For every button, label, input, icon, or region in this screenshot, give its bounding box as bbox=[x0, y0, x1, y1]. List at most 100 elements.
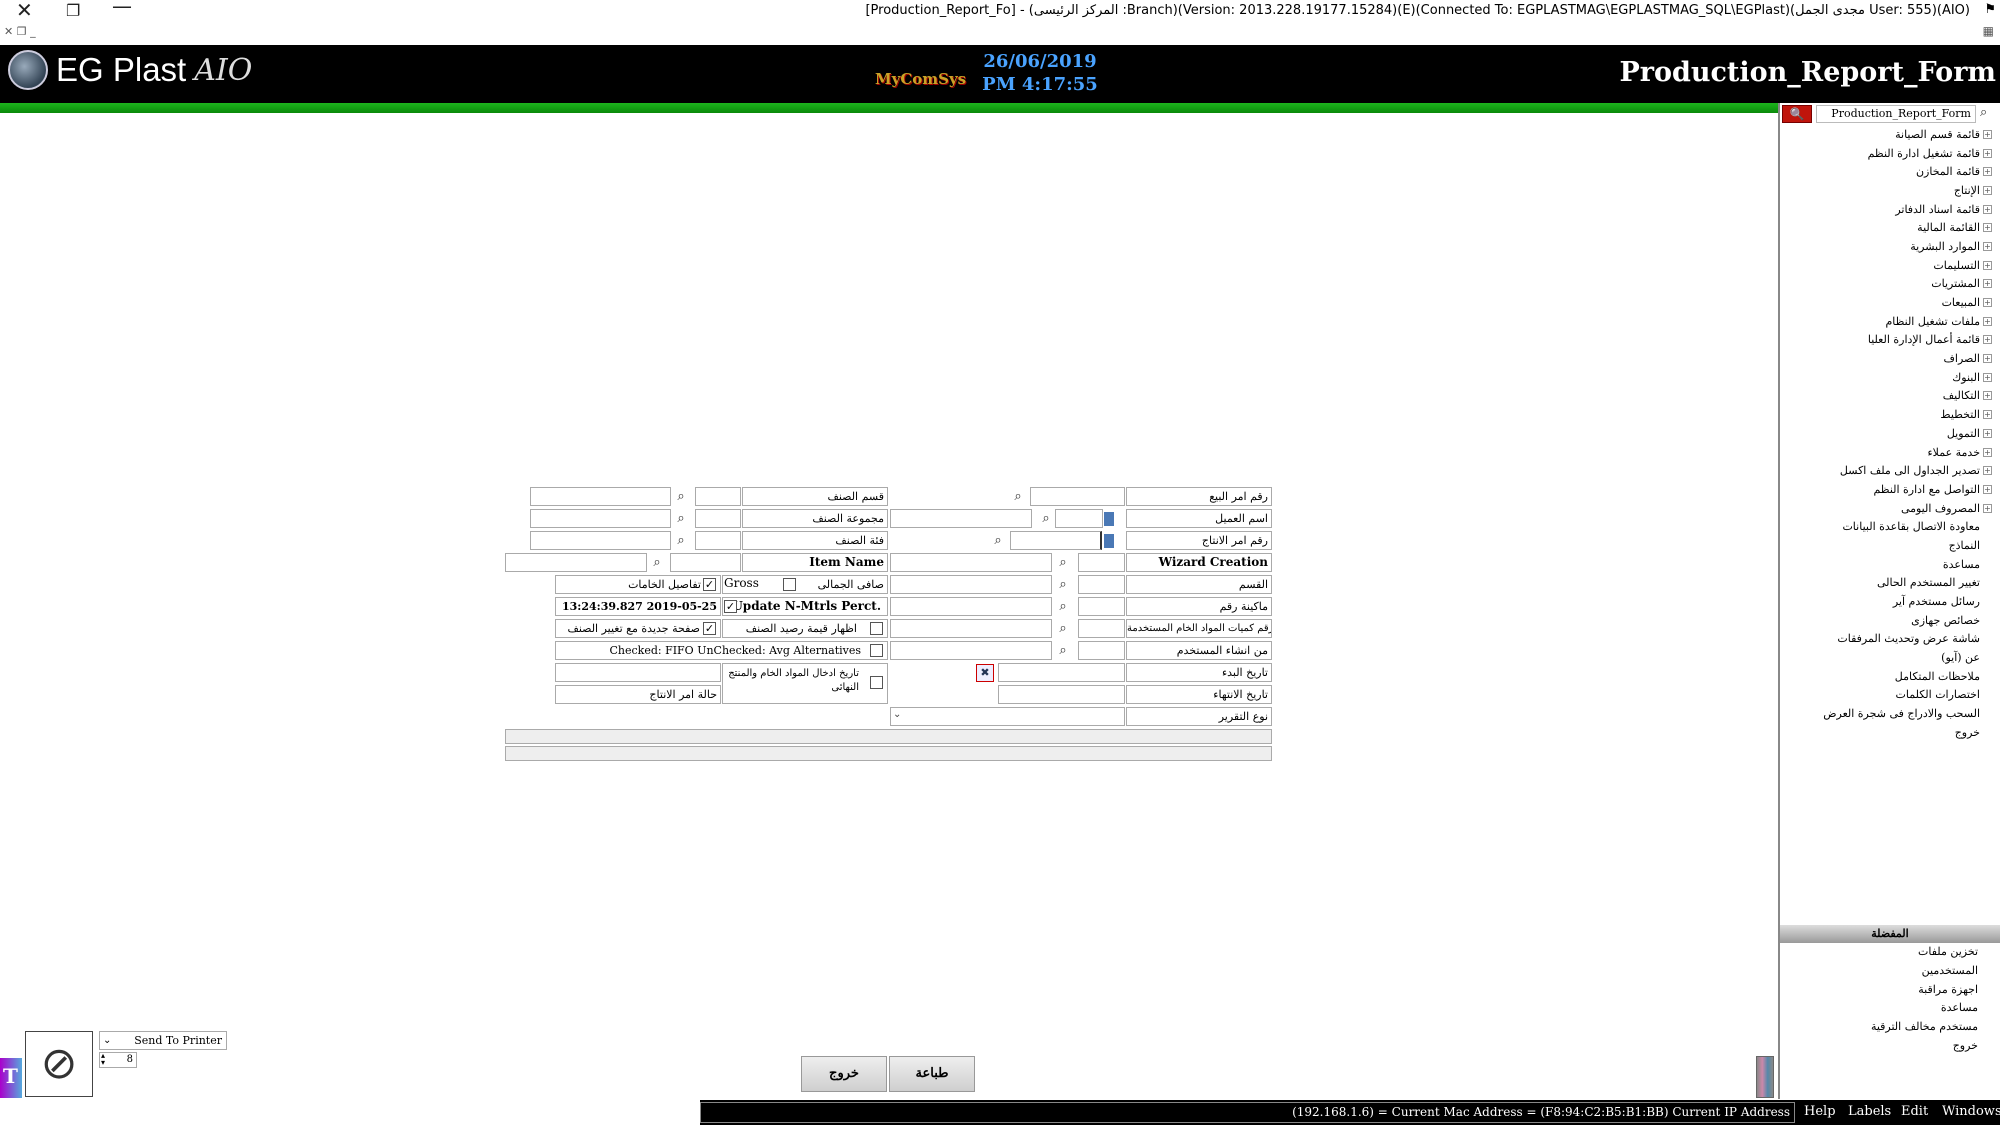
item-name-code-input[interactable] bbox=[670, 553, 741, 572]
sidebar-item[interactable]: الموارد البشرية + bbox=[1780, 237, 1994, 256]
sidebar-item[interactable]: اختصارات الكلمات bbox=[1780, 686, 1994, 705]
menu-labels[interactable]: Labels bbox=[1848, 1104, 1891, 1119]
sidebar-item[interactable]: مساعدة bbox=[1780, 555, 1994, 574]
machine-search-icon[interactable]: ⌕ bbox=[1055, 599, 1071, 615]
sidebar-item[interactable]: التمويل + bbox=[1780, 424, 1994, 443]
sidebar-item[interactable]: ملاحظات المتكامل bbox=[1780, 667, 1994, 686]
item-section-name-input[interactable] bbox=[530, 487, 671, 506]
sidebar-item[interactable]: شاشة عرض وتحديث المرفقات bbox=[1780, 630, 1994, 649]
wizard-name-input[interactable] bbox=[890, 553, 1052, 572]
date-tools-icon[interactable]: ✖ bbox=[976, 664, 994, 682]
expand-icon[interactable]: + bbox=[1983, 223, 1992, 233]
item-category-code-input[interactable] bbox=[695, 531, 741, 550]
wizard-search-icon[interactable]: ⌕ bbox=[1055, 555, 1071, 571]
customer-lookup-icon[interactable] bbox=[1104, 512, 1114, 526]
report-type-select[interactable]: ⌄ bbox=[890, 707, 1125, 726]
end-date-input[interactable] bbox=[998, 685, 1125, 704]
customer-code-input[interactable] bbox=[1055, 509, 1103, 528]
item-section-search-icon[interactable]: ⌕ bbox=[673, 489, 689, 505]
sidebar-item[interactable]: معاودة الاتصال بقاعدة البيانات bbox=[1780, 517, 1994, 536]
expand-icon[interactable]: + bbox=[1983, 428, 1992, 438]
exit-button[interactable]: خروج bbox=[801, 1056, 887, 1092]
expand-icon[interactable]: + bbox=[1983, 148, 1992, 158]
sidebar-item[interactable]: تغيير المستخدم الحالى bbox=[1780, 574, 1994, 593]
sidebar-item[interactable]: المصروف اليومى + bbox=[1780, 499, 1994, 518]
item-section-code-input[interactable] bbox=[695, 487, 741, 506]
sidebar-item[interactable]: قائمة أعمال الإدارة العليا + bbox=[1780, 331, 1994, 350]
expand-icon[interactable]: + bbox=[1983, 503, 1992, 513]
sidebar-item[interactable]: تصدير الجداول الى ملف اكسل + bbox=[1780, 461, 1994, 480]
expand-icon[interactable]: + bbox=[1983, 372, 1992, 382]
expand-icon[interactable]: + bbox=[1983, 354, 1992, 364]
sidebar-item[interactable]: قائمة تشغيل ادارة النظم + bbox=[1780, 144, 1994, 163]
dock-handle[interactable] bbox=[1756, 1056, 1774, 1098]
fifo-alternatives-checkbox[interactable] bbox=[870, 644, 883, 657]
raw-material-code-input[interactable] bbox=[1078, 619, 1125, 638]
chevron-down-icon[interactable]: ⌄ bbox=[103, 1032, 111, 1049]
favorite-item[interactable]: تخزين ملفات bbox=[1780, 945, 1978, 964]
expand-icon[interactable]: + bbox=[1983, 298, 1992, 308]
item-category-search-icon[interactable]: ⌕ bbox=[673, 533, 689, 549]
calculator-icon[interactable]: ▦ bbox=[1983, 24, 1994, 38]
close-icon[interactable]: ✕ bbox=[16, 0, 33, 22]
created-by-name-input[interactable] bbox=[890, 641, 1052, 660]
sidebar-item[interactable]: رسائل مستخدم آير bbox=[1780, 592, 1994, 611]
raw-material-name-input[interactable] bbox=[890, 619, 1052, 638]
customer-search-icon[interactable]: ⌕ bbox=[1038, 511, 1054, 527]
sidebar-item[interactable]: التواصل مع ادارة النظم + bbox=[1780, 480, 1994, 499]
sidebar-item[interactable]: البنوك + bbox=[1780, 368, 1994, 387]
sidebar-item[interactable]: قائمة اسناد الدفاتر + bbox=[1780, 200, 1994, 219]
expand-icon[interactable]: + bbox=[1983, 167, 1992, 177]
expand-icon[interactable]: + bbox=[1983, 185, 1992, 195]
expand-icon[interactable]: + bbox=[1983, 447, 1992, 457]
expand-icon[interactable]: + bbox=[1983, 129, 1992, 139]
sidebar-item[interactable]: عن (آيو) bbox=[1780, 648, 1994, 667]
production-order-input[interactable] bbox=[1010, 531, 1102, 550]
sidebar-item[interactable]: قائمة المخازن + bbox=[1780, 162, 1994, 181]
restore-icon[interactable]: ❐ bbox=[66, 1, 80, 20]
created-by-search-icon[interactable]: ⌕ bbox=[1055, 643, 1071, 659]
machine-name-input[interactable] bbox=[890, 597, 1052, 616]
mdi-controls[interactable]: ✕ ❐ _ bbox=[4, 25, 36, 38]
show-item-balance-checkbox[interactable] bbox=[870, 622, 883, 635]
expand-icon[interactable]: + bbox=[1983, 260, 1992, 270]
production-lookup-icon[interactable] bbox=[1104, 534, 1114, 548]
print-button[interactable]: طباعة bbox=[889, 1056, 975, 1092]
chevron-down-icon[interactable]: ⌄ bbox=[893, 709, 901, 720]
start-date-input[interactable] bbox=[998, 663, 1125, 682]
expand-icon[interactable]: + bbox=[1983, 204, 1992, 214]
item-name-search-icon[interactable]: ⌕ bbox=[649, 555, 665, 571]
menu-windows[interactable]: Windows bbox=[1942, 1104, 2000, 1119]
sidebar-item[interactable]: التسليمات + bbox=[1780, 256, 1994, 275]
sidebar-item[interactable]: خدمة عملاء + bbox=[1780, 443, 1994, 462]
sidebar-item[interactable]: الصراف + bbox=[1780, 349, 1994, 368]
expand-icon[interactable]: + bbox=[1983, 466, 1992, 476]
material-details-checkbox[interactable]: ✓ bbox=[703, 578, 716, 591]
sidebar-item[interactable]: خروج bbox=[1780, 723, 1994, 742]
sidebar-item[interactable]: السحب والادراج فى شجرة العرض bbox=[1780, 704, 1994, 723]
item-group-code-input[interactable] bbox=[695, 509, 741, 528]
sales-order-search-icon[interactable]: ⌕ bbox=[1010, 489, 1026, 505]
search-button[interactable]: 🔍 bbox=[1782, 105, 1812, 123]
sidebar-item[interactable]: الإنتاج + bbox=[1780, 181, 1994, 200]
favorite-item[interactable]: مستخدم مخالف الترقية bbox=[1780, 1020, 1978, 1039]
expand-icon[interactable]: + bbox=[1983, 316, 1992, 326]
sidebar-item[interactable]: المبيعات + bbox=[1780, 293, 1994, 312]
expand-icon[interactable]: + bbox=[1983, 335, 1992, 345]
net-total-checkbox[interactable] bbox=[783, 578, 796, 591]
wizard-code-input[interactable] bbox=[1078, 553, 1125, 572]
sidebar-item[interactable]: ملفات تشغيل النظام + bbox=[1780, 312, 1994, 331]
sidebar-item[interactable]: القائمة المالية + bbox=[1780, 218, 1994, 237]
expand-icon[interactable]: + bbox=[1983, 484, 1992, 494]
menu-edit[interactable]: Edit bbox=[1901, 1104, 1928, 1119]
raw-material-search-icon[interactable]: ⌕ bbox=[1055, 621, 1071, 637]
customer-name-input[interactable] bbox=[890, 509, 1032, 528]
sales-order-input[interactable] bbox=[1030, 487, 1125, 506]
minimize-icon[interactable]: — bbox=[112, 0, 132, 18]
attachment-icon[interactable]: ⊘ bbox=[25, 1031, 93, 1097]
expand-icon[interactable]: + bbox=[1983, 410, 1992, 420]
sidebar-item[interactable]: النماذج bbox=[1780, 536, 1994, 555]
favorite-item[interactable]: المستخدمين bbox=[1780, 964, 1978, 983]
favorite-item[interactable]: خروج bbox=[1780, 1039, 1978, 1058]
copies-stepper[interactable]: ▴ ▾ 8 bbox=[99, 1052, 137, 1068]
